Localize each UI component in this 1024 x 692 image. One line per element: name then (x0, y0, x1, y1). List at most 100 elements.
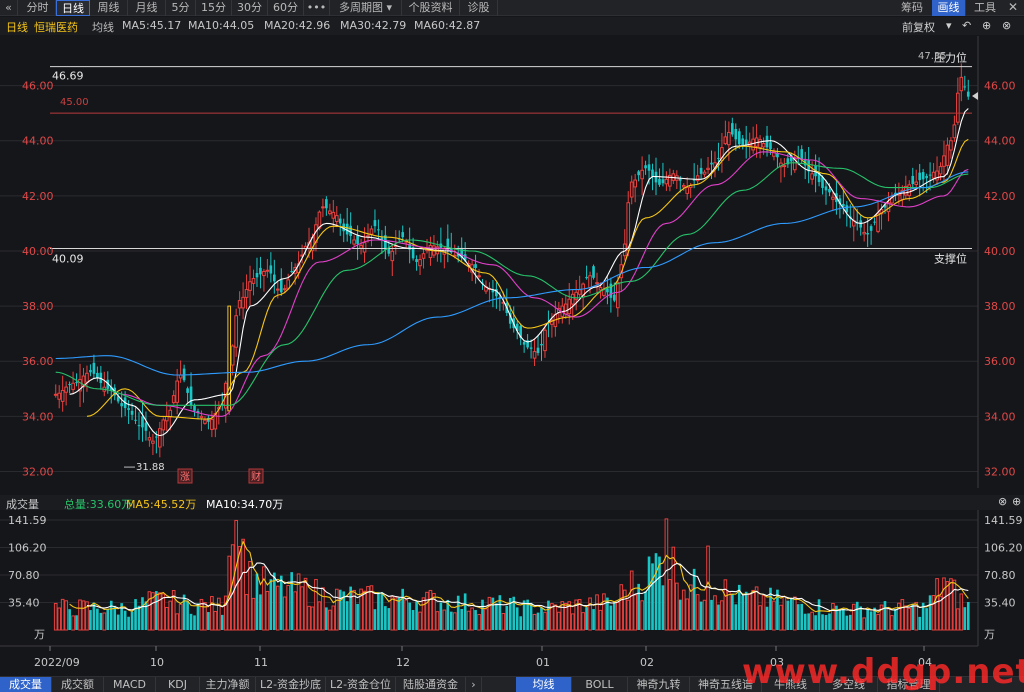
candle-body (637, 171, 640, 176)
volume-bar (758, 605, 762, 631)
tab-8[interactable]: ••• (304, 0, 330, 16)
volume-bar (765, 606, 769, 630)
avg-line-label[interactable]: 均线 (92, 19, 114, 35)
volume-bar (265, 590, 270, 631)
volume-bar (452, 612, 457, 631)
candle-body (155, 436, 158, 438)
volume-bar (674, 582, 679, 631)
adjust-label[interactable]: 前复权 (902, 19, 935, 35)
tab-5[interactable]: 15分 (196, 0, 232, 16)
volume-bar (723, 579, 728, 631)
chevron-right-icon[interactable]: › (466, 677, 482, 692)
volume-bar (466, 610, 471, 631)
volume-bar (651, 563, 654, 630)
marker-cai[interactable]: 财 (251, 470, 261, 483)
volume-bar (779, 604, 783, 631)
volume-bar (321, 587, 325, 631)
volume-bar (241, 538, 245, 631)
add-icon[interactable]: ⊕ (1012, 495, 1021, 508)
price-tick-right: 44.00 (984, 135, 1016, 148)
volume-bar (817, 599, 821, 630)
overlay-tab-1[interactable]: BOLL (572, 677, 628, 692)
tab-4[interactable]: 5分 (166, 0, 196, 16)
candle-body (956, 92, 960, 123)
volume-bar (522, 600, 526, 630)
volume-bar (633, 594, 637, 631)
chevron-down-icon[interactable]: ▾ (946, 19, 952, 32)
indicator-tab-3[interactable]: KDJ (156, 677, 200, 692)
volume-bar (449, 611, 453, 630)
volume-bar (109, 600, 113, 630)
volume-bar (377, 591, 380, 630)
volume-bar (560, 601, 565, 631)
candle-body (356, 235, 359, 244)
back-icon[interactable]: « (0, 0, 18, 16)
candle-body (737, 131, 741, 145)
indicator-tab-2[interactable]: MACD (104, 677, 156, 692)
price-tick-right: 40.00 (984, 245, 1016, 258)
price-tick-right: 36.00 (984, 355, 1016, 368)
volume-bar (903, 605, 908, 631)
candle-body (658, 178, 661, 185)
candle-body (199, 415, 204, 419)
plus-icon[interactable]: ⊕ (982, 19, 991, 32)
ma10-value: MA10:44.05 (188, 19, 255, 32)
tab-10[interactable]: 个股资料 (402, 0, 460, 16)
volume-bar (116, 614, 120, 630)
tab-11[interactable]: 诊股 (460, 0, 498, 16)
volume-bar (269, 579, 273, 630)
volume-bar (331, 605, 336, 631)
tab-0[interactable]: 分时 (20, 0, 56, 16)
chart-header: 日线 恒瑞医药 均线 MA5:45.17 MA10:44.05 MA20:42.… (0, 17, 1024, 35)
volume-bar (734, 604, 738, 630)
volume-bar (78, 599, 82, 631)
volume-bar (789, 597, 793, 630)
volume-bar (328, 609, 332, 631)
undo-icon[interactable]: ↶ (962, 19, 971, 32)
candle-body (237, 300, 242, 309)
close-icon[interactable]: ✕ (1004, 0, 1022, 16)
price-tick-left: 42.00 (22, 190, 54, 203)
candle-body (921, 172, 925, 180)
tools-button[interactable]: 工具 (968, 0, 1002, 16)
price-chart[interactable]: 46.00 46.00 44.00 44.00 42.00 42.00 40.00 40.00… (0, 36, 1024, 494)
volume-bar (595, 594, 599, 631)
chip-button[interactable]: 筹码 (894, 0, 930, 16)
volume-bar (609, 605, 613, 630)
overlay-tab-0[interactable]: 均线 (516, 677, 572, 692)
candle-body (613, 294, 616, 301)
volume-bar (356, 603, 359, 630)
volume-bar (68, 609, 71, 630)
indicator-tab-0[interactable]: 成交量 (0, 677, 52, 692)
stock-name[interactable]: 恒瑞医药 (34, 19, 78, 35)
candle-body (588, 275, 592, 288)
candle-body (869, 226, 873, 231)
volume-bar (408, 602, 411, 630)
tab-2[interactable]: 周线 (90, 0, 128, 16)
volume-header: 成交量 总量:33.60万 MA5:45.52万 MA10:34.70万 ⊗ ⊕ (0, 495, 1024, 511)
indicator-tab-6[interactable]: L2-资金仓位 (326, 677, 396, 692)
draw-line-button[interactable]: 画线 (932, 0, 966, 16)
volume-bar (945, 581, 950, 631)
candle-body (68, 384, 71, 386)
marker-zhang[interactable]: 涨 (180, 471, 190, 483)
period-label: 日线 (6, 21, 28, 34)
tab-9[interactable]: 多周期图 ▾ (330, 0, 402, 16)
tab-1[interactable]: 日线 (56, 0, 90, 16)
indicator-tab-4[interactable]: 主力净额 (200, 677, 256, 692)
tab-7[interactable]: 60分 (268, 0, 304, 16)
candle-body (810, 173, 814, 180)
settings-icon[interactable]: ⊗ (1002, 19, 1011, 32)
indicator-tab-7[interactable]: 陆股通资金 (396, 677, 466, 692)
candle-body (731, 123, 734, 135)
indicator-tab-1[interactable]: 成交额 (52, 677, 104, 692)
candle-body (769, 142, 772, 149)
close-icon[interactable]: ⊗ (998, 495, 1007, 508)
volume-bar (442, 609, 447, 631)
volume-bar (53, 602, 58, 631)
tab-6[interactable]: 30分 (232, 0, 268, 16)
tab-3[interactable]: 月线 (128, 0, 166, 16)
price-tick-right: 46.00 (984, 80, 1016, 93)
overlay-tab-2[interactable]: 神奇九转 (628, 677, 690, 692)
indicator-tab-5[interactable]: L2-资金抄底 (256, 677, 326, 692)
